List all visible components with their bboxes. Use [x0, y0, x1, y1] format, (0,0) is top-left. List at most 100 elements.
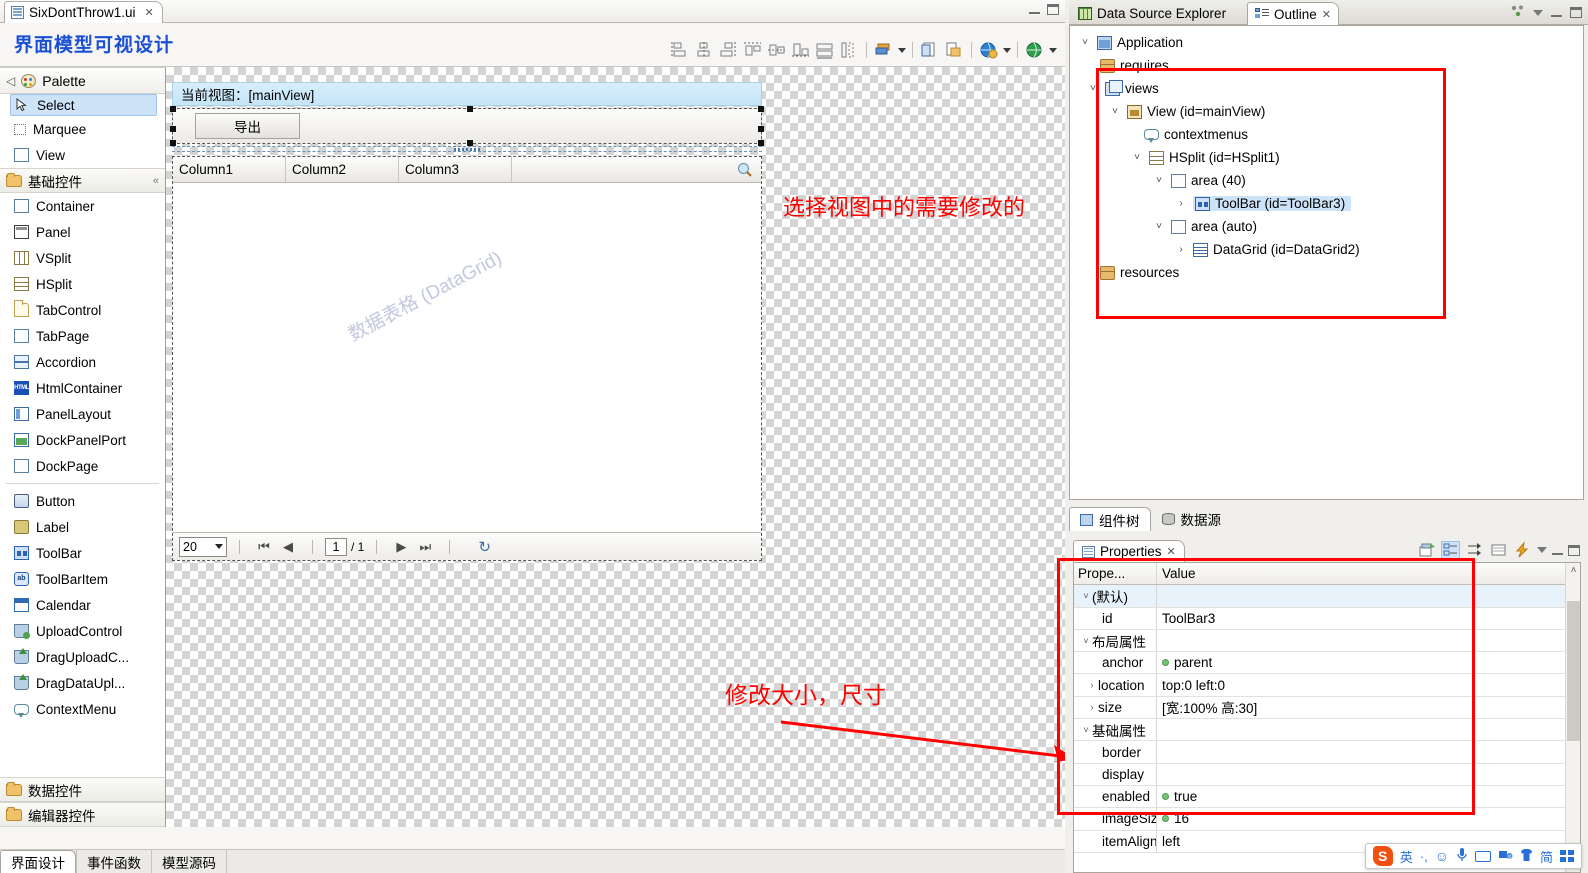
- palette-item-accordion[interactable]: Accordion: [0, 349, 165, 375]
- palette-item-calendar[interactable]: Calendar: [0, 592, 165, 618]
- prev-page-button[interactable]: ◀: [276, 539, 300, 555]
- tab-model-source[interactable]: 模型源码: [151, 850, 227, 873]
- layer-order-icon[interactable]: [873, 40, 895, 60]
- microphone-icon[interactable]: [1456, 847, 1468, 865]
- palette-item-tabpage[interactable]: TabPage: [0, 323, 165, 349]
- refresh-icon[interactable]: ↻: [478, 538, 491, 556]
- publish-icon[interactable]: [1024, 40, 1046, 60]
- palette-item-toolbar[interactable]: ToolBar: [0, 540, 165, 566]
- hsplit-splitter[interactable]: [172, 146, 762, 152]
- tab-component-tree[interactable]: 组件树: [1069, 507, 1151, 531]
- tree-item-application[interactable]: ˅ Application: [1070, 31, 1583, 54]
- palette-item-dragdataupload[interactable]: DragDataUpl...: [0, 670, 165, 696]
- align-middle-icon[interactable]: [766, 40, 788, 60]
- palette-item-dockpanelport[interactable]: DockPanelPort: [0, 427, 165, 453]
- export-button[interactable]: 导出: [195, 113, 300, 139]
- ime-simplified-button[interactable]: 简: [1540, 847, 1553, 866]
- palette-item-dockpage[interactable]: DockPage: [0, 453, 165, 479]
- datagrid-column-header[interactable]: Column1: [173, 157, 286, 182]
- selection-handle[interactable]: [758, 126, 764, 132]
- toolbar-widget-selected[interactable]: 导出: [170, 106, 764, 146]
- selection-handle[interactable]: [170, 106, 176, 112]
- keyboard-icon[interactable]: [1474, 850, 1491, 862]
- maximize-icon[interactable]: [1568, 544, 1580, 556]
- palette-item-panel[interactable]: Panel: [0, 219, 165, 245]
- show-advanced-icon[interactable]: [1465, 541, 1484, 559]
- palette-group-chevron-icon[interactable]: «: [153, 175, 159, 187]
- palette-group-basic[interactable]: 基础控件 «: [0, 168, 165, 193]
- align-left-icon[interactable]: [670, 40, 692, 60]
- align-top-icon[interactable]: [742, 40, 764, 60]
- current-page-input[interactable]: 1: [325, 537, 347, 556]
- selection-handle[interactable]: [758, 106, 764, 112]
- tab-close-icon[interactable]: ✕: [1322, 8, 1331, 21]
- magnifier-icon[interactable]: [737, 162, 753, 181]
- palette-item-label[interactable]: Label: [0, 514, 165, 540]
- emoji-icon[interactable]: ☺: [1435, 848, 1449, 864]
- skin-icon[interactable]: [1520, 848, 1533, 865]
- palette-tool-select[interactable]: Select: [10, 94, 157, 116]
- align-center-icon[interactable]: [694, 40, 716, 60]
- maximize-icon[interactable]: [1570, 7, 1582, 18]
- minimize-icon[interactable]: [1029, 5, 1040, 14]
- tab-outline[interactable]: Outline ✕: [1247, 2, 1339, 25]
- preview-browser-icon[interactable]: [978, 40, 1000, 60]
- view-menu-caret[interactable]: [1533, 9, 1543, 16]
- preview-caret[interactable]: [1003, 47, 1011, 53]
- ime-toolbar[interactable]: S 英 ·, ☺ S 简: [1364, 843, 1582, 869]
- palette-item-vsplit[interactable]: VSplit: [0, 245, 165, 271]
- next-page-button[interactable]: ▶: [389, 539, 413, 555]
- ime-punctuation-button[interactable]: ·,: [1420, 849, 1428, 864]
- palette-item-dragupload[interactable]: DragUploadC...: [0, 644, 165, 670]
- tab-close-icon[interactable]: ✕: [1167, 545, 1176, 558]
- apps-icon[interactable]: [1560, 849, 1574, 863]
- editor-tab-sixdontthrow1[interactable]: SixDontThrow1.ui ✕: [4, 1, 163, 23]
- twisty-icon[interactable]: ˅: [1078, 37, 1092, 48]
- maximize-icon[interactable]: [1047, 4, 1059, 15]
- publish-caret[interactable]: [1049, 47, 1057, 53]
- sogou-logo-icon[interactable]: S: [1372, 846, 1393, 866]
- palette-item-htmlcontainer[interactable]: HTML HtmlContainer: [0, 375, 165, 401]
- palette-item-contextmenu[interactable]: ContextMenu: [0, 696, 165, 722]
- datagrid-column-header[interactable]: Column2: [286, 157, 399, 182]
- selection-handle[interactable]: [467, 106, 473, 112]
- first-page-button[interactable]: ⏮: [252, 539, 276, 555]
- minimize-icon[interactable]: [1551, 8, 1562, 17]
- scroll-up-icon[interactable]: ˄: [1566, 565, 1580, 576]
- minimize-icon[interactable]: [1552, 546, 1563, 555]
- tab-data-source-explorer[interactable]: Data Source Explorer: [1071, 2, 1233, 25]
- copy-style-icon[interactable]: [919, 40, 941, 60]
- view-menu-caret[interactable]: [1537, 547, 1547, 553]
- table-icon[interactable]: [1489, 541, 1508, 559]
- palette-group-editor[interactable]: 编辑器控件: [0, 802, 165, 827]
- palette-item-uploadcontrol[interactable]: UploadControl: [0, 618, 165, 644]
- palette-collapse-icon[interactable]: ◁: [6, 74, 15, 88]
- toolbox-icon[interactable]: S: [1498, 848, 1513, 864]
- editor-tab-close-icon[interactable]: ✕: [145, 6, 154, 19]
- tab-interface-design[interactable]: 界面设计: [0, 850, 76, 873]
- tab-data-source[interactable]: 数据源: [1151, 507, 1233, 531]
- page-size-select[interactable]: 20: [179, 536, 227, 557]
- datagrid-widget[interactable]: Column1 Column2 Column3 数据表格 (DataGrid): [172, 156, 762, 561]
- palette-item-panellayout[interactable]: PanelLayout: [0, 401, 165, 427]
- align-bottom-icon[interactable]: [790, 40, 812, 60]
- palette-item-button[interactable]: Button: [0, 488, 165, 514]
- new-property-icon[interactable]: [1417, 541, 1436, 559]
- distribute-vertical-icon[interactable]: [838, 40, 860, 60]
- quick-icon[interactable]: [1513, 541, 1532, 559]
- link-editor-icon[interactable]: [1511, 5, 1525, 20]
- align-right-icon[interactable]: [718, 40, 740, 60]
- tab-event-function[interactable]: 事件函数: [76, 850, 151, 873]
- palette-item-toolbaritem[interactable]: ab ToolBarItem: [0, 566, 165, 592]
- palette-tool-view[interactable]: View: [0, 142, 165, 168]
- datagrid-column-header[interactable]: Column3: [399, 157, 512, 182]
- last-page-button[interactable]: ⏭: [413, 539, 437, 555]
- distribute-horizontal-icon[interactable]: [814, 40, 836, 60]
- ime-lang-button[interactable]: 英: [1400, 847, 1413, 866]
- palette-item-tabcontrol[interactable]: TabControl: [0, 297, 165, 323]
- palette-item-hsplit[interactable]: HSplit: [0, 271, 165, 297]
- show-categories-icon[interactable]: [1441, 541, 1460, 559]
- design-canvas[interactable]: 当前视图：[mainView] 导出 Column1 Column2 Colum…: [166, 67, 1065, 827]
- palette-group-data[interactable]: 数据控件: [0, 777, 165, 802]
- selection-handle[interactable]: [170, 126, 176, 132]
